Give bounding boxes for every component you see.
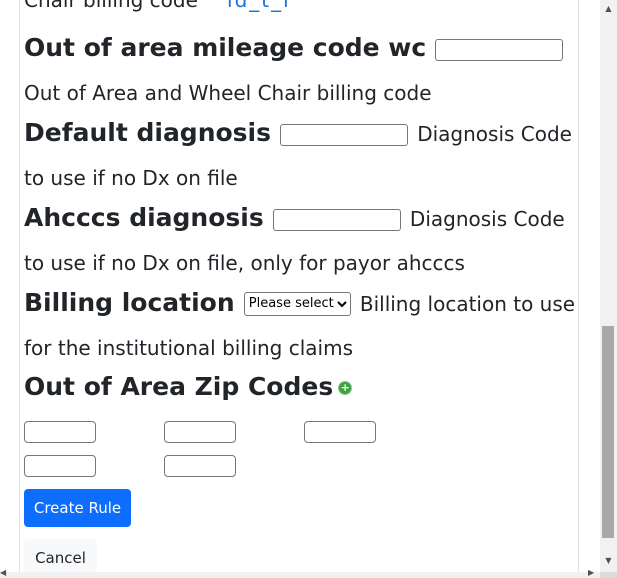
field-label: Out of area mileage code wc	[24, 33, 427, 62]
content-left-border	[19, 0, 20, 572]
field-ahcccs-diagnosis: Ahcccs diagnosis Diagnosis Code to use i…	[24, 196, 576, 286]
clipped-previous-field: Chair billing code ld_t_l	[24, 0, 291, 16]
field-default-diagnosis: Default diagnosis Diagnosis Code to use …	[24, 111, 576, 201]
scrollbar-thumb[interactable]	[602, 326, 614, 538]
zip-code-input[interactable]	[164, 421, 236, 443]
scrollbar-corner	[600, 572, 617, 578]
field-out-of-area-mileage: Out of area mileage code wc Out of Area …	[24, 26, 576, 116]
field-label: Ahcccs diagnosis	[24, 203, 264, 232]
zip-codes-heading: Out of Area Zip Codes +	[24, 368, 352, 406]
scroll-right-arrow-icon[interactable]: ▶	[588, 568, 594, 577]
billing-location-select[interactable]: Please select	[243, 291, 351, 316]
plus-circle-icon[interactable]: +	[339, 382, 352, 394]
content-right-border	[578, 0, 579, 572]
clipped-description: Chair billing code	[24, 0, 198, 12]
scroll-up-arrow-icon[interactable]: ▲	[600, 4, 617, 13]
clipped-link[interactable]: ld_t_l	[227, 0, 291, 12]
zip-code-input[interactable]	[24, 455, 96, 477]
zip-code-input[interactable]	[164, 455, 236, 477]
field-label: Billing location	[24, 288, 235, 317]
scroll-down-arrow-icon[interactable]: ▼	[600, 556, 617, 565]
default-diagnosis-input[interactable]	[280, 123, 409, 146]
ahcccs-diagnosis-input[interactable]	[272, 208, 401, 231]
scroll-left-arrow-icon[interactable]: ◀	[0, 568, 6, 577]
field-billing-location: Billing location Please select Billing l…	[24, 281, 576, 371]
field-label: Default diagnosis	[24, 118, 272, 147]
vertical-scrollbar[interactable]: ▲ ▼	[600, 0, 617, 572]
out-of-area-mileage-input[interactable]	[435, 38, 564, 61]
create-rule-button[interactable]: Create Rule	[24, 489, 131, 527]
zip-code-input[interactable]	[304, 421, 376, 443]
field-description: Out of Area and Wheel Chair billing code	[24, 81, 432, 105]
zip-codes-title: Out of Area Zip Codes	[24, 372, 334, 401]
horizontal-scrollbar[interactable]: ◀ ▶	[0, 568, 600, 578]
zip-code-input[interactable]	[24, 421, 96, 443]
